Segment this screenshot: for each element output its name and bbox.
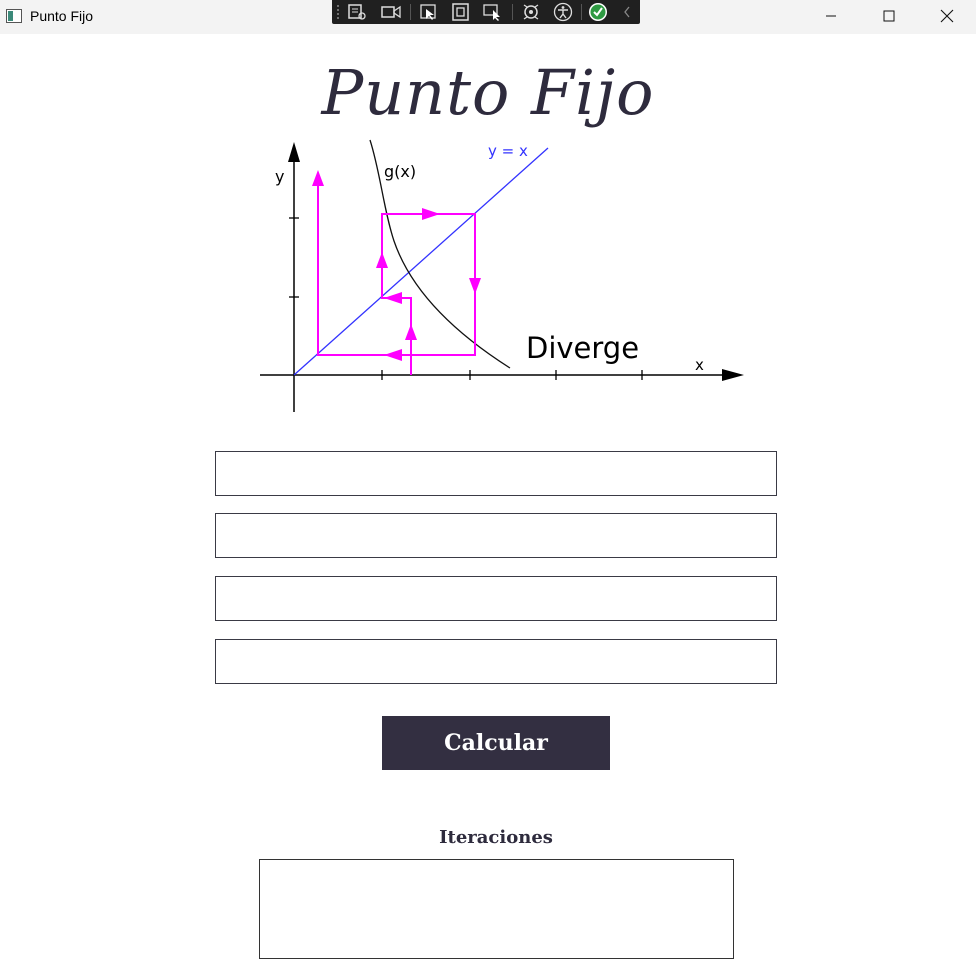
track-focus-icon[interactable] (482, 2, 504, 22)
minimize-icon (826, 15, 836, 17)
display-layout-adorners-icon[interactable] (450, 2, 472, 22)
close-icon (940, 9, 954, 23)
cobweb-arrow (422, 208, 440, 220)
x-axis-arrow (722, 369, 744, 381)
input-field-3[interactable] (215, 576, 777, 621)
accessibility-icon[interactable] (552, 2, 574, 22)
binding-failures-check-icon[interactable] (587, 2, 609, 22)
minimize-button[interactable] (802, 0, 860, 32)
cobweb-path (317, 176, 476, 375)
maximize-button[interactable] (860, 0, 918, 32)
page-title: Punto Fijo (321, 56, 655, 129)
iterations-output[interactable] (259, 859, 734, 959)
live-visual-tree-icon[interactable] (346, 2, 368, 22)
app-window-icon (6, 9, 22, 23)
toolbar-grip-icon[interactable] (336, 4, 340, 20)
iterations-label: Iteraciones (439, 827, 553, 848)
fixed-point-diagram: y x g(x) y = x Diverge (260, 139, 744, 412)
calculate-button[interactable]: Calcular (382, 716, 610, 770)
cobweb-arrow (376, 252, 388, 268)
collapse-chevron-icon[interactable] (616, 2, 638, 22)
y-axis-arrow (288, 142, 300, 162)
diverge-annotation: Diverge (526, 331, 639, 365)
record-icon[interactable] (380, 2, 402, 22)
x-axis-label: x (695, 356, 704, 374)
cobweb-arrow (384, 292, 402, 304)
cobweb-arrow (312, 170, 324, 186)
cobweb-arrow (405, 324, 417, 340)
close-button[interactable] (918, 0, 976, 32)
maximize-icon (883, 10, 895, 22)
input-field-2[interactable] (215, 513, 777, 558)
window-title: Punto Fijo (30, 8, 94, 24)
select-element-icon[interactable] (418, 2, 440, 22)
y-axis-label: y (275, 167, 284, 186)
window-titlebar: Punto Fijo (0, 0, 976, 34)
cobweb-arrow (384, 349, 402, 361)
hot-reload-icon[interactable] (520, 2, 542, 22)
input-field-1[interactable] (215, 451, 777, 496)
debug-toolbar (332, 0, 640, 24)
cobweb-arrow (469, 278, 481, 294)
input-field-4[interactable] (215, 639, 777, 684)
identity-line (293, 147, 549, 376)
curve-label: g(x) (384, 162, 416, 181)
identity-line-label: y = x (488, 142, 528, 160)
